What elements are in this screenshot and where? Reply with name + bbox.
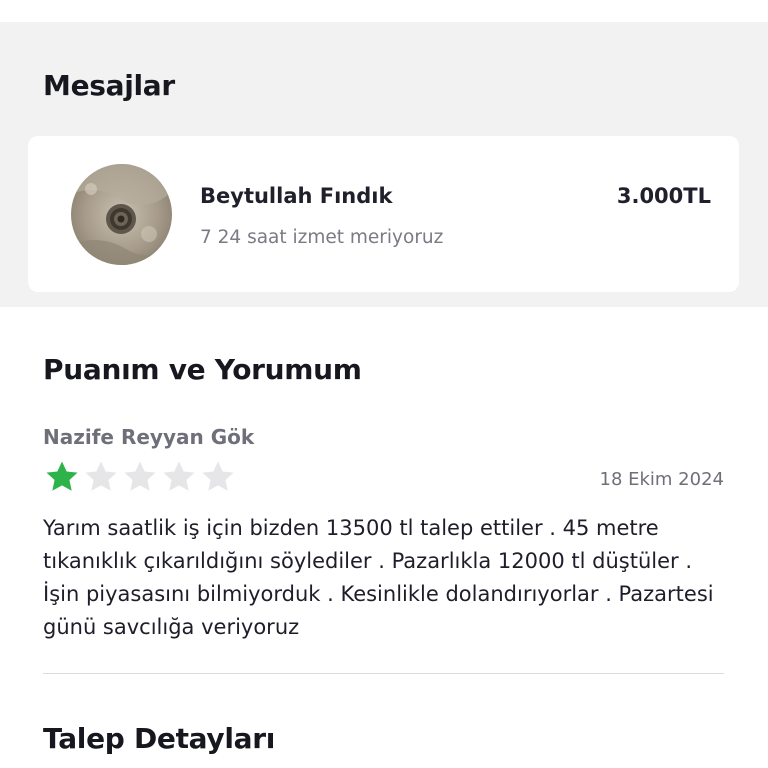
review-text: Yarım saatlik iş için bizden 13500 tl ta… — [43, 516, 714, 639]
top-bar — [0, 0, 768, 22]
sender-name: Beytullah Fındık — [200, 184, 393, 208]
star-empty-icon — [85, 461, 117, 491]
messages-title: Mesajlar — [43, 69, 175, 102]
drain-photo-avatar-icon — [71, 164, 172, 265]
divider — [43, 673, 724, 674]
reviewer-name: Nazife Reyyan Gök — [43, 425, 255, 449]
star-empty-icon — [202, 461, 234, 491]
details-section-title: Talep Detayları — [43, 722, 276, 755]
offer-price: 3.000TL — [616, 184, 711, 208]
star-empty-icon — [124, 461, 156, 491]
message-card[interactable]: Beytullah Fındık 3.000TL 7 24 saat izmet… — [28, 136, 739, 292]
star-rating — [43, 458, 238, 496]
star-empty-icon — [163, 461, 195, 491]
review-date: 18 Ekim 2024 — [599, 469, 725, 490]
message-snippet: 7 24 saat izmet meriyoruz — [200, 227, 444, 248]
review-section-title: Puanım ve Yorumum — [43, 353, 362, 386]
avatar — [71, 164, 172, 265]
star-filled-icon — [46, 461, 78, 491]
messages-section: Mesajlar Beytullah Fındık 3.000TL 7 24 s… — [0, 22, 768, 307]
